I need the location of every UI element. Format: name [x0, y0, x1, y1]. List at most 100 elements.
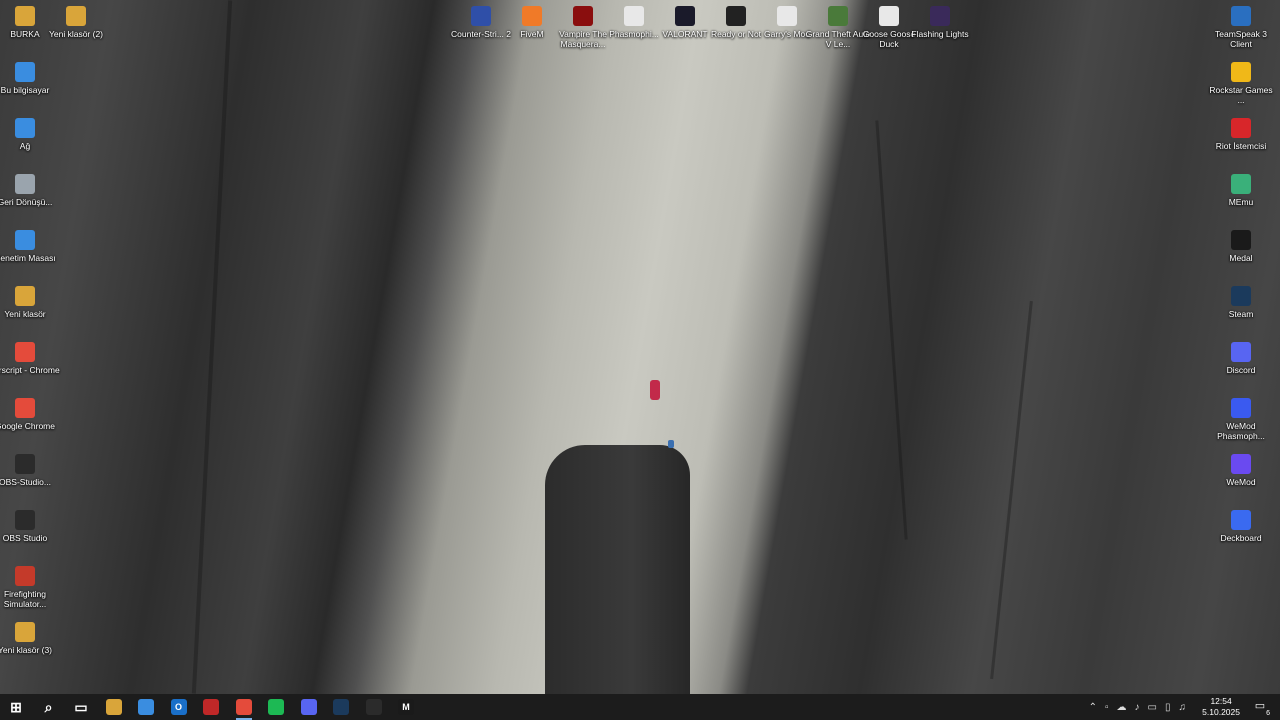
- start-button[interactable]: ⊞: [0, 694, 32, 720]
- steam-icon: [333, 699, 349, 715]
- desktop-shortcut[interactable]: Ağ: [0, 114, 60, 151]
- desktop-shortcut[interactable]: Denetim Masası: [0, 226, 60, 263]
- desktop-shortcut[interactable]: OBS Studio: [0, 506, 60, 543]
- search-icon: ⌕: [44, 698, 53, 715]
- teamspeak-icon: [1231, 6, 1251, 26]
- wemod-icon: [1231, 454, 1251, 474]
- rock-texture: [990, 300, 1033, 680]
- goose-icon: [879, 6, 899, 26]
- desktop-shortcut-label: Geri Dönüşü...: [0, 197, 53, 207]
- obs-icon: [15, 454, 35, 474]
- folder-icon: [15, 6, 35, 26]
- control-panel-icon: [15, 230, 35, 250]
- desktop-shortcut[interactable]: WeMod Phasmoph...: [1206, 394, 1276, 441]
- file-icon: [777, 6, 797, 26]
- desktop-shortcut[interactable]: Yeni klasör: [0, 282, 60, 319]
- discord-icon: [300, 699, 317, 715]
- memu-icon: [1231, 174, 1251, 194]
- desktop-shortcut[interactable]: Google Chrome: [0, 394, 60, 431]
- outlook-button[interactable]: O: [163, 694, 195, 720]
- desktop-shortcut-label: Medal: [1229, 253, 1253, 263]
- speaker-icon[interactable]: ♫: [1179, 702, 1187, 713]
- taskbar: ⊞ ⌕ ▭ O M ⌃ ▫ ☁ ♪ ▭ ▯ ♫ 12:54 5.10.2025 ▭ 6: [0, 694, 1280, 720]
- desktop-shortcut[interactable]: Medal: [1206, 226, 1276, 263]
- network-icon[interactable]: ▯: [1165, 702, 1171, 713]
- desktop-shortcut-label: TeamSpeak 3 Client: [1215, 29, 1267, 49]
- notification-icon: ▭: [1254, 700, 1266, 712]
- desktop-shortcut[interactable]: Yeni klasör (3): [0, 618, 60, 655]
- desktop-shortcut[interactable]: Yeni klasör (2): [41, 2, 111, 39]
- wemod-icon: [1231, 398, 1251, 418]
- desktop-shortcut-label: Firefighting Simulator...: [3, 589, 47, 609]
- desktop-shortcut-label: Denetim Masası: [0, 253, 56, 263]
- game-icon: [15, 566, 35, 586]
- desktop-shortcut[interactable]: Steam: [1206, 282, 1276, 319]
- rockstar-icon: [1231, 62, 1251, 82]
- desktop-shortcut-label: Riot İstemcisi: [1215, 141, 1267, 151]
- search-button[interactable]: ⌕: [33, 694, 65, 720]
- gta-icon: [828, 6, 848, 26]
- desktop-shortcut-label: Discord: [1226, 365, 1256, 375]
- desktop-shortcut[interactable]: MEmu: [1206, 170, 1276, 207]
- steam-button[interactable]: [325, 694, 357, 720]
- store-icon: [138, 699, 154, 715]
- windows-icon: ⊞: [10, 698, 22, 715]
- desktop-shortcut[interactable]: Rockstar Games ...: [1206, 58, 1276, 105]
- steam-icon: [1231, 286, 1251, 306]
- desktop-shortcut[interactable]: Firefighting Simulator...: [0, 562, 60, 609]
- discord-button[interactable]: [293, 694, 325, 720]
- spotify-icon: [268, 699, 284, 715]
- discord-icon: [1231, 342, 1251, 362]
- deckboard-icon: [1231, 510, 1251, 530]
- cloud-icon[interactable]: ☁: [1117, 702, 1127, 713]
- desktop-shortcut[interactable]: TeamSpeak 3 Client: [1206, 2, 1276, 49]
- app-icon: [203, 699, 219, 715]
- app-tray-icon[interactable]: ▫: [1105, 702, 1109, 713]
- desktop-shortcut-label: Yeni klasör (3): [0, 645, 53, 655]
- desktop-shortcut-label: Ağ: [19, 141, 31, 151]
- desktop-shortcut-label: Bu bilgisayar: [0, 85, 50, 95]
- chrome-icon: [15, 398, 35, 418]
- obs-icon: [15, 510, 35, 530]
- chrome-icon: [235, 699, 252, 715]
- task-view-button[interactable]: ▭: [65, 694, 97, 720]
- notification-center-button[interactable]: ▭ 6: [1252, 699, 1270, 717]
- desktop-shortcut-label: MEmu: [1228, 197, 1254, 207]
- rock-texture: [875, 120, 908, 540]
- clock[interactable]: 12:54 5.10.2025: [1202, 696, 1240, 718]
- desktop-wallpaper: [0, 0, 1280, 694]
- folder-icon: [15, 622, 35, 642]
- monitor-icon[interactable]: ▭: [1148, 702, 1157, 713]
- store-button[interactable]: [130, 694, 162, 720]
- desktop-shortcut[interactable]: Geri Dönüşü...: [0, 170, 60, 207]
- desktop-shortcut-label: WeMod: [1226, 477, 1256, 487]
- desktop-shortcut-label: OBS-Studio...: [0, 477, 51, 487]
- file-explorer-button[interactable]: [98, 694, 130, 720]
- desktop-shortcut[interactable]: Discord: [1206, 338, 1276, 375]
- vampire-icon: [573, 6, 593, 26]
- desktop-shortcut[interactable]: Bu bilgisayar: [0, 58, 60, 95]
- desktop-shortcut[interactable]: Riot İstemcisi: [1206, 114, 1276, 151]
- climber-figure: [650, 380, 660, 400]
- chevron-up-icon[interactable]: ⌃: [1089, 702, 1097, 713]
- medal-button[interactable]: M: [390, 694, 422, 720]
- desktop-shortcut-label: Steam: [1228, 309, 1254, 319]
- recycle-bin-icon: [15, 174, 35, 194]
- desktop-shortcut[interactable]: Flashing Lights: [905, 2, 975, 39]
- obs-button[interactable]: [358, 694, 390, 720]
- folder-icon: [105, 699, 122, 715]
- rock-texture: [191, 0, 233, 694]
- desktop-shortcut[interactable]: OBS-Studio...: [0, 450, 60, 487]
- clock-time: 12:54: [1210, 696, 1232, 706]
- desktop-shortcut[interactable]: ilarscript - Chrome: [0, 338, 60, 375]
- chrome-button[interactable]: [228, 694, 260, 720]
- medal-icon: [1231, 230, 1251, 250]
- desktop-shortcut-label: ilarscript - Chrome: [0, 365, 60, 375]
- spotify-button[interactable]: [260, 694, 292, 720]
- wallpaper-app-button[interactable]: [195, 694, 227, 720]
- desktop-shortcut-label: Deckboard: [1220, 533, 1262, 543]
- microphone-icon[interactable]: ♪: [1135, 702, 1140, 713]
- flashing-lights-icon: [930, 6, 950, 26]
- desktop-shortcut[interactable]: Deckboard: [1206, 506, 1276, 543]
- desktop-shortcut[interactable]: WeMod: [1206, 450, 1276, 487]
